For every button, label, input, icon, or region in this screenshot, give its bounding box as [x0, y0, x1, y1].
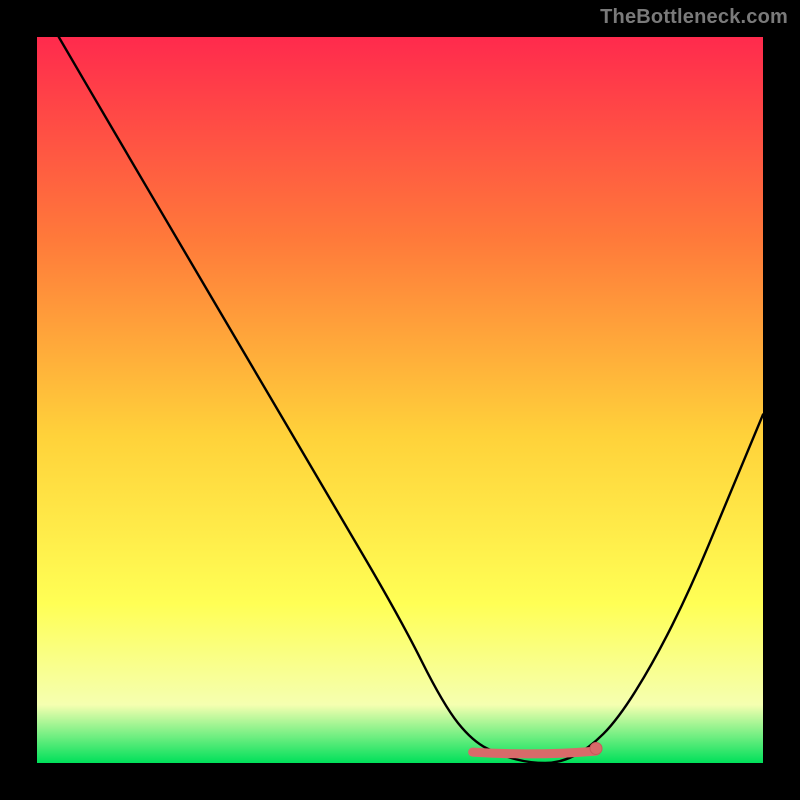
gradient-rect	[37, 37, 763, 763]
chart-frame: TheBottleneck.com	[0, 0, 800, 800]
watermark-text: TheBottleneck.com	[600, 6, 788, 29]
plot-area	[37, 37, 763, 763]
heat-gradient-background	[37, 37, 763, 763]
